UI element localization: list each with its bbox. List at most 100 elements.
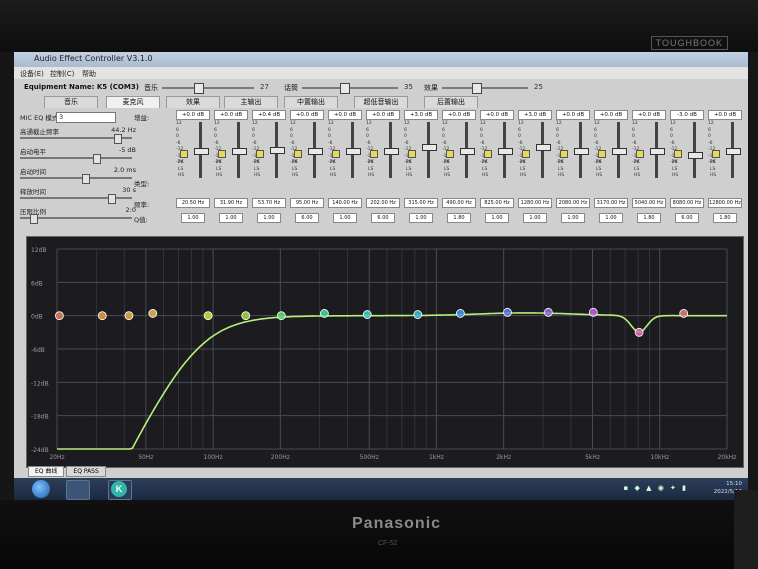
band-q-field[interactable]: 1.00	[219, 213, 243, 223]
eq-band-point[interactable]	[241, 311, 251, 321]
eq-band-point[interactable]	[148, 309, 158, 318]
band-frequency-field[interactable]: 315.00 Hz	[404, 198, 438, 208]
eq-band-point[interactable]	[97, 311, 107, 321]
band-frequency-field[interactable]: 20.50 Hz	[176, 198, 210, 208]
band-fader-knob[interactable]	[726, 148, 741, 155]
band-q-field[interactable]: 6.00	[295, 213, 319, 223]
band-fader-knob[interactable]	[270, 147, 285, 154]
band-gain-value[interactable]: +3.0 dB	[518, 110, 552, 120]
band-type-option[interactable]: HS	[482, 173, 488, 180]
band-type-option[interactable]: HS	[330, 173, 336, 180]
band-gain-value[interactable]: +0.0 dB	[328, 110, 362, 120]
band-type-option[interactable]: HS	[444, 173, 450, 180]
band-fader-knob[interactable]	[346, 148, 361, 155]
band-type-option[interactable]: PK	[444, 160, 450, 167]
band-frequency-field[interactable]: 53.70 Hz	[252, 198, 286, 208]
band-gain-value[interactable]: +0.0 dB	[556, 110, 590, 120]
band-fader-knob[interactable]	[612, 148, 627, 155]
band-q-field[interactable]: 1.80	[713, 213, 737, 223]
mic-setting-knob[interactable]	[30, 214, 38, 224]
mic-eq-mode-select[interactable]: 3	[56, 112, 116, 123]
band-frequency-field[interactable]: 2080.00 Hz	[556, 198, 590, 208]
band-type-option[interactable]: PK	[330, 160, 336, 167]
menu-device[interactable]: 设备(E)	[20, 69, 44, 79]
band-type-option[interactable]: HS	[406, 173, 412, 180]
band-gain-value[interactable]: +0.0 dB	[366, 110, 400, 120]
band-type-option[interactable]: PK	[216, 160, 222, 167]
band-type-option[interactable]: HS	[596, 173, 602, 180]
mic-volume-slider[interactable]	[302, 87, 398, 89]
band-frequency-field[interactable]: 202.00 Hz	[366, 198, 400, 208]
band-type-option[interactable]: PK	[178, 160, 184, 167]
band-frequency-field[interactable]: 490.00 Hz	[442, 198, 476, 208]
band-type-checkbox[interactable]	[522, 150, 530, 158]
band-type-option[interactable]: PK	[558, 160, 564, 167]
eq-band-point[interactable]	[362, 310, 372, 319]
eq-band-point[interactable]	[203, 311, 213, 321]
start-button[interactable]	[32, 480, 50, 498]
band-fader-knob[interactable]	[460, 148, 475, 155]
mic-setting-knob[interactable]	[114, 134, 122, 144]
band-type-option[interactable]: PK	[292, 160, 298, 167]
band-q-field[interactable]: 1.80	[637, 213, 661, 223]
band-type-option[interactable]: HS	[710, 173, 716, 180]
mic-volume-knob[interactable]	[340, 83, 350, 94]
band-type-option[interactable]: PK	[634, 160, 640, 167]
band-fader-knob[interactable]	[574, 148, 589, 155]
band-gain-value[interactable]: +3.0 dB	[404, 110, 438, 120]
band-type-checkbox[interactable]	[294, 150, 302, 158]
effect-volume-slider[interactable]	[442, 87, 528, 89]
band-q-field[interactable]: 6.00	[371, 213, 395, 223]
band-fader-knob[interactable]	[422, 144, 437, 151]
tab-0[interactable]: 音乐	[44, 96, 98, 108]
band-type-option[interactable]: HS	[558, 173, 564, 180]
music-volume-knob[interactable]	[194, 83, 204, 94]
band-fader-knob[interactable]	[194, 148, 209, 155]
eq-response-graph[interactable]: 12dB 6dB 0dB -6dB -12dB -18dB -24dB 20Hz 50Hz 100…	[26, 236, 744, 468]
mic-setting-slider[interactable]	[20, 177, 132, 179]
band-type-checkbox[interactable]	[446, 150, 454, 158]
band-type-option[interactable]: HS	[216, 173, 222, 180]
eq-band-point[interactable]	[54, 311, 64, 321]
band-gain-fader[interactable]	[693, 122, 696, 178]
band-gain-value[interactable]: +0.0 dB	[442, 110, 476, 120]
band-fader-knob[interactable]	[498, 148, 513, 155]
music-volume-slider[interactable]	[162, 87, 254, 89]
taskbar-app-slot[interactable]: K	[108, 480, 132, 500]
band-q-field[interactable]: 1.00	[485, 213, 509, 223]
band-type-option[interactable]: PK	[710, 160, 716, 167]
band-type-option[interactable]: PK	[482, 160, 488, 167]
tab-2[interactable]: 效果	[166, 96, 220, 108]
band-frequency-field[interactable]: 140.00 Hz	[328, 198, 362, 208]
band-type-option[interactable]: PK	[254, 160, 260, 167]
band-type-option[interactable]: HS	[672, 173, 678, 180]
tab-eq-pass[interactable]: EQ PASS	[66, 466, 106, 477]
tab-6[interactable]: 后置输出	[424, 96, 478, 108]
band-gain-value[interactable]: +0.0 dB	[176, 110, 210, 120]
band-fader-knob[interactable]	[536, 144, 551, 151]
band-type-checkbox[interactable]	[408, 150, 416, 158]
mic-setting-knob[interactable]	[108, 194, 116, 204]
band-type-option[interactable]: PK	[596, 160, 602, 167]
band-gain-value[interactable]: +0.0 dB	[594, 110, 628, 120]
band-type-checkbox[interactable]	[560, 150, 568, 158]
band-type-option[interactable]: PK	[672, 160, 678, 167]
band-q-field[interactable]: 1.00	[181, 213, 205, 223]
band-fader-knob[interactable]	[688, 152, 703, 159]
mic-setting-knob[interactable]	[82, 174, 90, 184]
menu-control[interactable]: 控制(C)	[50, 69, 74, 79]
band-q-field[interactable]: 6.00	[675, 213, 699, 223]
band-type-option[interactable]: HS	[178, 173, 184, 180]
effect-volume-knob[interactable]	[472, 83, 482, 94]
band-type-option[interactable]: HS	[254, 173, 260, 180]
band-type-option[interactable]: PK	[406, 160, 412, 167]
band-type-checkbox[interactable]	[636, 150, 644, 158]
eq-band-point[interactable]	[455, 309, 465, 318]
band-q-field[interactable]: 1.00	[333, 213, 357, 223]
tab-4[interactable]: 中置输出	[284, 96, 338, 108]
eq-band-point[interactable]	[679, 309, 689, 318]
menu-help[interactable]: 帮助	[82, 69, 96, 79]
band-q-field[interactable]: 1.00	[409, 213, 433, 223]
band-type-option[interactable]: HS	[368, 173, 374, 180]
band-fader-knob[interactable]	[232, 148, 247, 155]
